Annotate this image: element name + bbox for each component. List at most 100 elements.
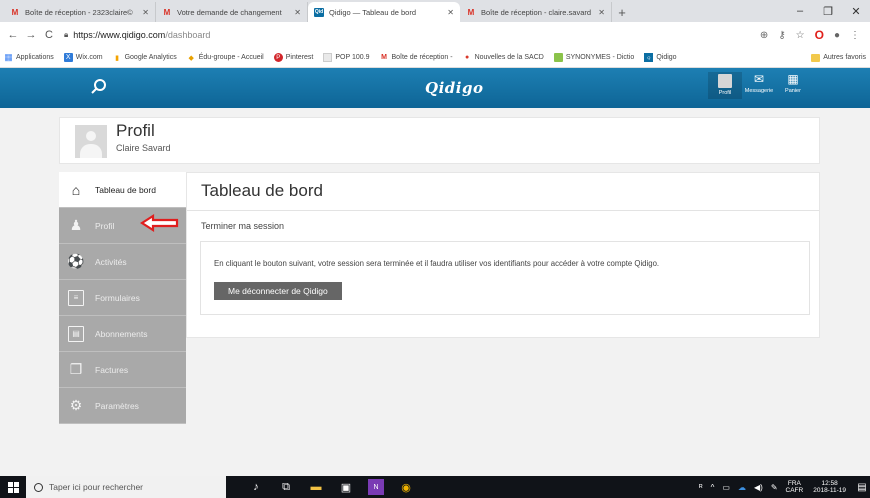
sidebar-item-invoice[interactable]: ❐ Factures bbox=[59, 352, 186, 388]
bookmark-icon bbox=[323, 53, 333, 62]
maximize-icon[interactable]: ❐ bbox=[814, 5, 842, 18]
sidebar-item-subscription[interactable]: ▤ Abonnements bbox=[59, 316, 186, 352]
folder-icon bbox=[811, 53, 821, 62]
taskbar-apps: ♪ ⧉ ▬ ▣ N ◉ bbox=[248, 479, 414, 495]
clock[interactable]: 12:58 2018-11-19 bbox=[813, 480, 846, 494]
chrome-icon[interactable]: ◉ bbox=[398, 479, 414, 495]
store-icon[interactable]: ▣ bbox=[338, 479, 354, 495]
other-bookmarks[interactable]: Autres favoris bbox=[811, 53, 866, 62]
search-icon[interactable] bbox=[90, 78, 108, 96]
site-header: Qidigo Profil ✉ Messagerie ▦ Panier bbox=[0, 68, 870, 108]
taskbar: Taper ici pour rechercher ♪ ⧉ ▬ ▣ N ◉ ᴿ … bbox=[0, 476, 870, 498]
bookmark-item[interactable]: POP 100.9 bbox=[323, 53, 369, 62]
cortana-icon bbox=[34, 482, 43, 492]
task-view-icon[interactable]: ⧉ bbox=[278, 479, 294, 495]
star-icon[interactable]: ☆ bbox=[796, 30, 805, 41]
bookmark-label: Qidigo bbox=[656, 54, 677, 61]
location-icon[interactable]: ⊕ bbox=[760, 30, 768, 41]
sidebar-item-label: Tableau de bord bbox=[95, 184, 156, 195]
subscription-icon: ▤ bbox=[68, 325, 84, 342]
bookmark-label: POP 100.9 bbox=[335, 54, 370, 61]
url-path: /dashboard bbox=[165, 30, 211, 40]
bookmark-item[interactable]: ▦ Applications bbox=[4, 52, 54, 62]
chevron-up-icon[interactable]: ^ bbox=[711, 483, 715, 492]
forward-icon[interactable]: → bbox=[24, 29, 38, 41]
windows-start-icon[interactable] bbox=[0, 476, 26, 498]
file-explorer-icon[interactable]: ▬ bbox=[308, 479, 324, 495]
browser-tab[interactable]: M Boîte de réception - claire.savard ✕ bbox=[460, 2, 612, 22]
browser-tab[interactable]: M Boîte de réception - 2323claire© ✕ bbox=[4, 2, 156, 22]
opera-icon[interactable]: O bbox=[815, 28, 824, 42]
bookmark-item[interactable]: M Boîte de réception - bbox=[379, 53, 453, 62]
profile-name: Claire Savard bbox=[116, 143, 171, 153]
settings-icon: ⚙ bbox=[69, 397, 83, 413]
tab-close-icon[interactable]: ✕ bbox=[447, 8, 454, 17]
sidebar-item-label: Formulaires bbox=[95, 292, 140, 303]
key-icon[interactable]: ⚷ bbox=[778, 30, 785, 41]
reload-icon[interactable]: C bbox=[42, 29, 56, 41]
network-icon[interactable]: ▭ bbox=[722, 483, 730, 492]
bookmark-item[interactable]: ● Nouvelles de la SACD bbox=[463, 53, 544, 62]
logout-section: En cliquant le bouton suivant, votre ses… bbox=[200, 241, 810, 315]
left-arrow-annotation-icon bbox=[140, 214, 179, 232]
tab-close-icon[interactable]: ✕ bbox=[294, 8, 301, 17]
bookmark-label: SYNONYMES - Dictio bbox=[565, 54, 635, 61]
back-icon[interactable]: ← bbox=[6, 29, 20, 41]
volume-icon[interactable]: ◀) bbox=[754, 483, 763, 492]
sidebar-item-home[interactable]: ⌂ Tableau de bord bbox=[59, 172, 186, 208]
bookmark-item[interactable]: X Wix.com bbox=[63, 53, 103, 62]
avatar bbox=[75, 125, 107, 158]
logout-message: En cliquant le bouton suivant, votre ses… bbox=[214, 259, 660, 268]
notification-icon[interactable]: ▤ bbox=[854, 482, 870, 493]
close-icon[interactable]: ✕ bbox=[842, 5, 870, 18]
taskbar-search[interactable]: Taper ici pour rechercher bbox=[26, 476, 226, 498]
onenote-icon[interactable]: N bbox=[368, 479, 384, 495]
gmail-icon: M bbox=[11, 7, 19, 17]
people-icon[interactable]: ᴿ bbox=[699, 483, 703, 492]
bookmark-item[interactable]: ▮ Google Analytics bbox=[113, 53, 177, 62]
bookmark-icon: ◆ bbox=[188, 54, 194, 62]
extension-icon[interactable]: ● bbox=[834, 30, 840, 41]
address-bar: ← → C 🔒︎ https://www.qidigo.com/dashboar… bbox=[0, 22, 870, 48]
sidebar-item-activities[interactable]: ⚽ Activités bbox=[59, 244, 186, 280]
page-title: Tableau de bord bbox=[201, 181, 323, 200]
nav-messagerie[interactable]: ✉ Messagerie bbox=[742, 72, 776, 99]
bookmark-label: Nouvelles de la SACD bbox=[474, 54, 544, 61]
nav-panier[interactable]: ▦ Panier bbox=[776, 72, 810, 99]
divider bbox=[187, 210, 819, 211]
language-indicator[interactable]: FRA CAFR bbox=[786, 480, 804, 494]
bookmark-label: Boîte de réception - bbox=[391, 54, 453, 61]
url-field[interactable]: 🔒︎ https://www.qidigo.com/dashboard bbox=[60, 26, 760, 44]
nav-profil[interactable]: Profil bbox=[708, 72, 742, 99]
tab-close-icon[interactable]: ✕ bbox=[598, 8, 605, 17]
lock-icon: 🔒︎ bbox=[64, 30, 69, 39]
qidigo-icon: Qid bbox=[314, 7, 324, 17]
menu-icon[interactable]: ⋮ bbox=[850, 30, 860, 41]
sidebar-item-settings[interactable]: ⚙ Paramètres bbox=[59, 388, 186, 424]
site-logo[interactable]: Qidigo bbox=[425, 79, 483, 97]
pen-icon[interactable]: ✎ bbox=[771, 483, 778, 492]
tab-title: Boîte de réception - claire.savard bbox=[481, 7, 592, 17]
browser-tab[interactable]: M Votre demande de changement ✕ bbox=[156, 2, 308, 22]
gmail-icon: M bbox=[467, 7, 475, 17]
new-tab-icon[interactable]: + bbox=[612, 2, 632, 22]
bookmark-icon: Q bbox=[644, 53, 654, 62]
bookmark-item[interactable]: SYNONYMES - Dictio bbox=[553, 53, 635, 62]
sidebar-item-label: Factures bbox=[95, 364, 129, 375]
microphone-icon[interactable]: ♪ bbox=[248, 479, 264, 495]
logout-button[interactable]: Me déconnecter de Qidigo bbox=[214, 282, 342, 300]
tab-close-icon[interactable]: ✕ bbox=[142, 8, 149, 17]
bookmark-item[interactable]: P Pinterest bbox=[273, 53, 313, 62]
activities-icon: ⚽ bbox=[67, 253, 85, 269]
bookmark-item[interactable]: ◆ Édu-groupe - Accueil bbox=[187, 53, 264, 62]
home-icon: ⌂ bbox=[71, 181, 81, 198]
bookmark-item[interactable]: Q Qidigo bbox=[644, 53, 677, 62]
sidebar-item-form[interactable]: ≡ Formulaires bbox=[59, 280, 186, 316]
tab-title: Boîte de réception - 2323claire© bbox=[25, 7, 133, 17]
bookmark-icon: ▦ bbox=[4, 52, 13, 62]
bookmark-icon: M bbox=[381, 54, 387, 61]
minimize-icon[interactable]: – bbox=[786, 5, 814, 17]
browser-tab[interactable]: Qid Qidigo — Tableau de bord ✕ bbox=[308, 2, 460, 22]
onedrive-icon[interactable]: ☁ bbox=[738, 483, 746, 492]
bookmark-icon: X bbox=[63, 53, 73, 62]
